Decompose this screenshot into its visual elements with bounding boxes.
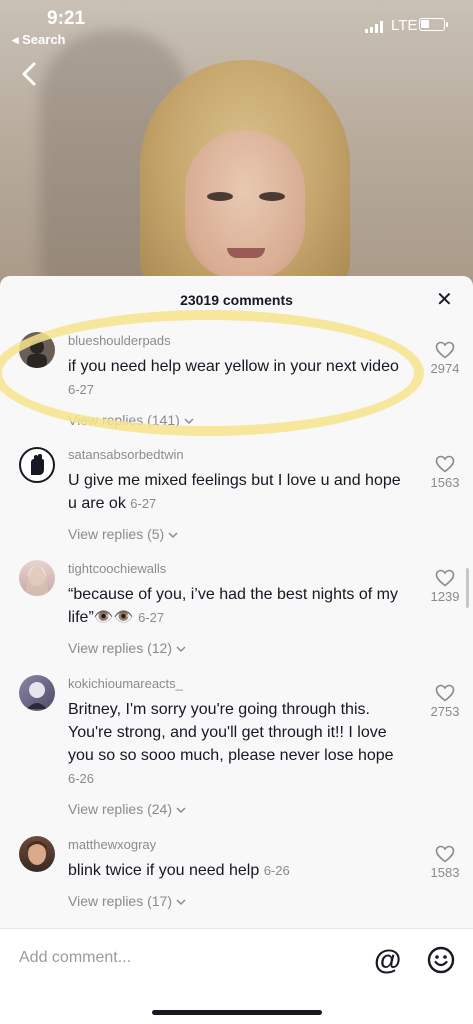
comment-date: 6-26 xyxy=(68,771,95,786)
comment-text: “because of you, i’ve had the best night… xyxy=(68,583,408,629)
comments-header: 23019 comments ✕ xyxy=(0,276,473,322)
chevron-down-icon xyxy=(176,646,186,653)
comment-body: U give me mixed feelings but I love u an… xyxy=(68,472,401,512)
like-button[interactable]: 2974 xyxy=(415,341,473,376)
comment-username[interactable]: matthewxogray xyxy=(68,837,156,852)
subject-mouth xyxy=(227,248,265,258)
back-to-search-link[interactable]: ◂ Search xyxy=(12,32,66,48)
home-indicator xyxy=(152,1010,322,1015)
comment-body: Britney, I'm sorry you're going through … xyxy=(68,701,394,764)
close-icon[interactable]: ✕ xyxy=(436,290,453,310)
chevron-down-icon xyxy=(176,807,186,814)
comment-username[interactable]: tightcoochiewalls xyxy=(68,561,166,576)
comment-input[interactable]: Add comment... xyxy=(19,949,131,967)
heart-outline-icon xyxy=(435,569,455,587)
heart-outline-icon xyxy=(435,455,455,473)
comment-text: blink twice if you need help 6-26 xyxy=(68,859,408,882)
comment-text: U give me mixed feelings but I love u an… xyxy=(68,469,408,515)
comment-date: 6-26 xyxy=(263,863,290,878)
like-button[interactable]: 2753 xyxy=(415,684,473,719)
avatar[interactable] xyxy=(19,332,55,368)
avatar[interactable] xyxy=(19,836,55,872)
subject-face xyxy=(185,130,305,280)
view-replies-label: View replies (12) xyxy=(68,640,173,656)
like-count: 1563 xyxy=(430,475,460,490)
comment-date: 6-27 xyxy=(68,382,95,397)
comment-username[interactable]: satansabsorbedtwin xyxy=(68,447,184,462)
like-count: 1239 xyxy=(430,589,460,604)
chevron-down-icon xyxy=(168,532,178,539)
signal-icon xyxy=(365,21,383,33)
at-icon[interactable]: @ xyxy=(374,944,401,976)
smiley-icon[interactable] xyxy=(427,946,455,974)
heart-outline-icon xyxy=(435,845,455,863)
avatar[interactable] xyxy=(19,560,55,596)
like-count: 2753 xyxy=(430,704,460,719)
view-replies-button[interactable]: View replies (17) xyxy=(68,893,186,909)
comment-text: if you need help wear yellow in your nex… xyxy=(68,355,408,401)
network-label: LTE xyxy=(391,17,418,34)
scrollbar[interactable] xyxy=(466,568,469,608)
status-bar: 9:21 ◂ Search LTE xyxy=(0,0,473,50)
like-count: 2974 xyxy=(430,361,460,376)
view-replies-label: View replies (17) xyxy=(68,893,173,909)
view-replies-button[interactable]: View replies (5) xyxy=(68,526,178,542)
view-replies-label: View replies (141) xyxy=(68,412,180,428)
comment-date: 6-27 xyxy=(138,610,165,625)
comments-count: 23019 comments xyxy=(180,292,293,308)
view-replies-button[interactable]: View replies (12) xyxy=(68,640,186,656)
status-time: 9:21 xyxy=(47,8,86,29)
avatar[interactable] xyxy=(19,447,55,483)
like-button[interactable]: 1563 xyxy=(415,455,473,490)
comment-date: 6-27 xyxy=(130,496,157,511)
view-replies-button[interactable]: View replies (141) xyxy=(68,412,194,428)
comment-body: blink twice if you need help xyxy=(68,862,260,879)
view-replies-label: View replies (5) xyxy=(68,526,165,542)
view-replies-label: View replies (24) xyxy=(68,801,173,817)
comment-text: Britney, I'm sorry you're going through … xyxy=(68,698,408,790)
like-button[interactable]: 1239 xyxy=(415,569,473,604)
subject-eye-left xyxy=(207,192,233,201)
chevron-down-icon xyxy=(184,418,194,425)
avatar[interactable] xyxy=(19,675,55,711)
comment-username[interactable]: blueshoulderpads xyxy=(68,333,171,348)
like-count: 1583 xyxy=(430,865,460,880)
heart-outline-icon xyxy=(435,684,455,702)
battery-icon xyxy=(419,18,448,31)
comment-username[interactable]: kokichioumareacts_ xyxy=(68,676,183,691)
view-replies-button[interactable]: View replies (24) xyxy=(68,801,186,817)
comment-body: if you need help wear yellow in your nex… xyxy=(68,358,399,375)
comment-body: “because of you, i’ve had the best night… xyxy=(68,586,398,626)
like-button[interactable]: 1583 xyxy=(415,845,473,880)
heart-outline-icon xyxy=(435,341,455,359)
chevron-left-icon[interactable] xyxy=(16,60,44,88)
subject-eye-right xyxy=(259,192,285,201)
chevron-down-icon xyxy=(176,899,186,906)
